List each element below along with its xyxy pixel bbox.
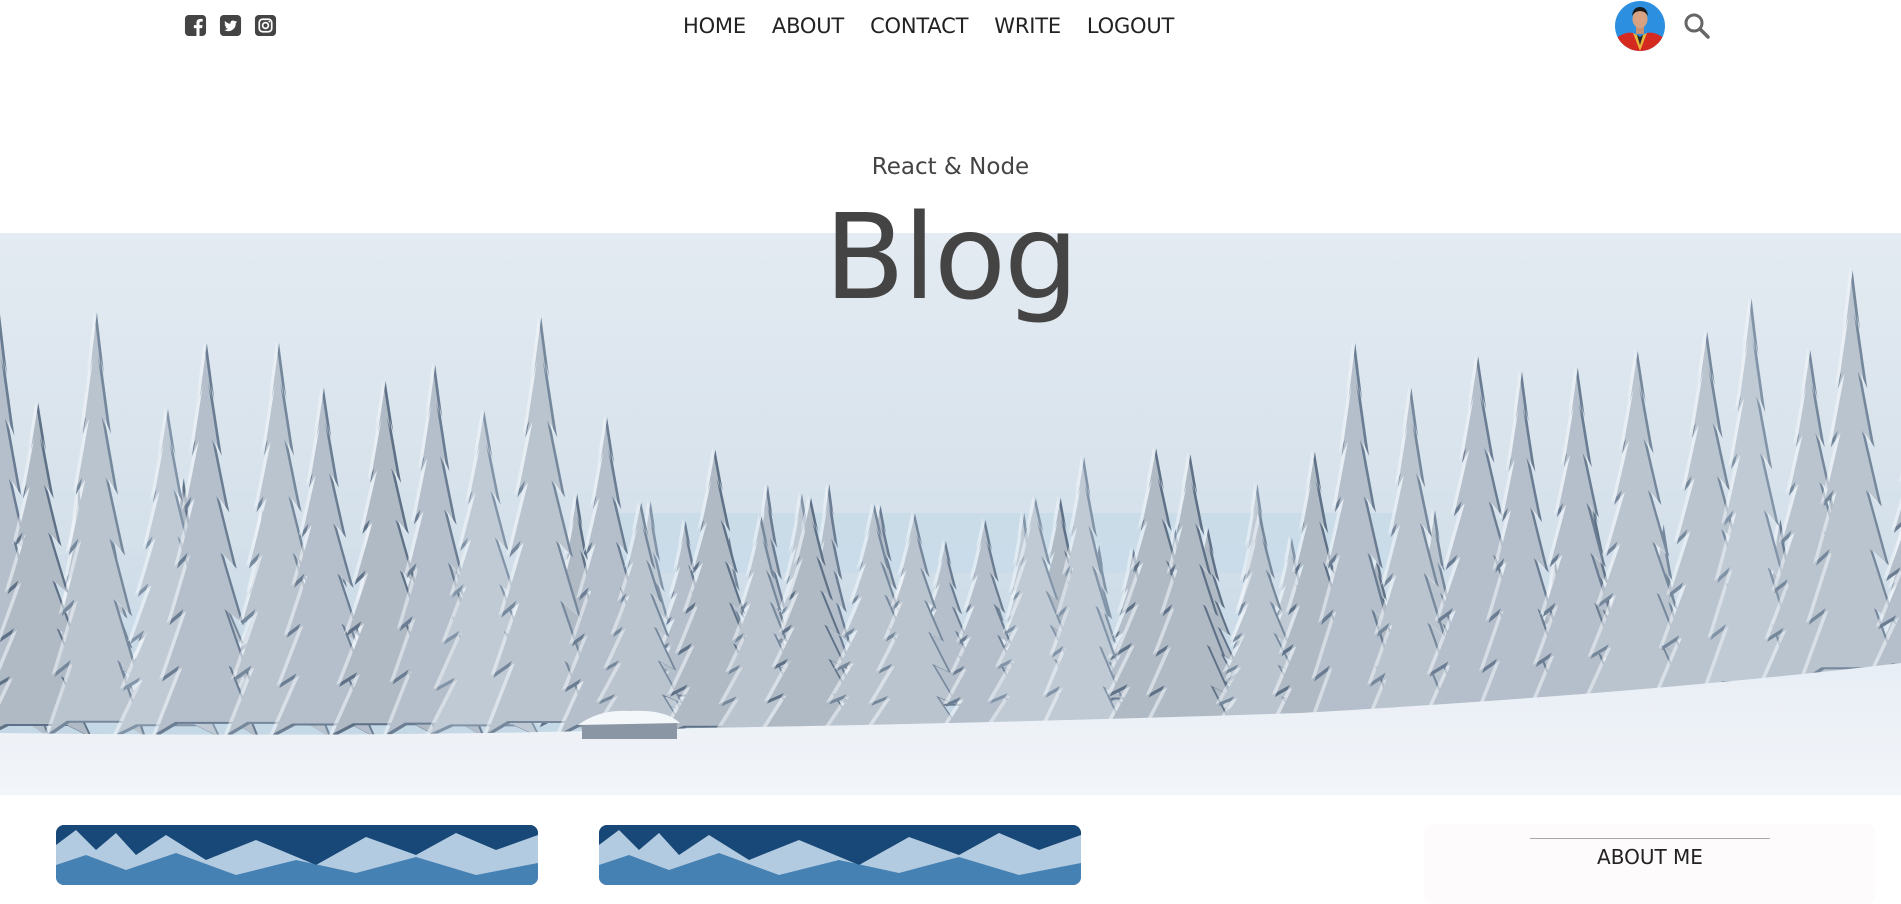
post-thumbnail[interactable]: [56, 825, 538, 885]
main-nav: HOME ABOUT CONTACT WRITE LOGOUT: [683, 12, 1174, 40]
nav-item-about[interactable]: ABOUT: [772, 12, 844, 40]
sidebar-title: ABOUT ME: [1530, 838, 1770, 869]
search-icon[interactable]: [1682, 11, 1712, 41]
twitter-square-icon[interactable]: [219, 14, 242, 37]
instagram-square-icon[interactable]: [254, 14, 277, 37]
facebook-square-icon[interactable]: [184, 14, 207, 37]
nav-item-contact[interactable]: CONTACT: [870, 12, 968, 40]
post-thumbnail[interactable]: [599, 825, 1081, 885]
header-title: Blog: [824, 188, 1079, 326]
user-avatar[interactable]: [1615, 1, 1665, 51]
nav-item-write[interactable]: WRITE: [994, 12, 1061, 40]
social-icons: [184, 14, 277, 37]
nav-item-home[interactable]: HOME: [683, 12, 746, 40]
header-subtitle: React & Node: [871, 154, 1030, 180]
top-bar: HOME ABOUT CONTACT WRITE LOGOUT: [0, 0, 1901, 52]
sidebar: ABOUT ME: [1424, 824, 1876, 904]
nav-item-logout[interactable]: LOGOUT: [1087, 12, 1174, 40]
